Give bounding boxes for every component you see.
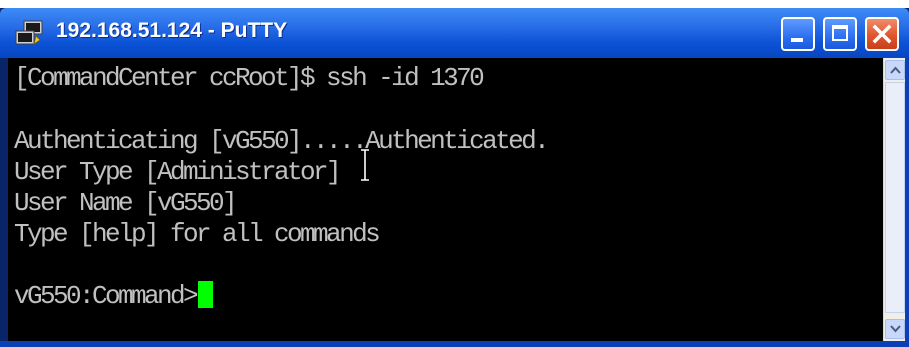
window-title: 192.168.51.124 - PuTTY xyxy=(56,19,288,42)
vertical-scrollbar[interactable] xyxy=(883,58,906,341)
minimize-icon xyxy=(791,38,803,42)
maximize-icon xyxy=(832,25,848,41)
chevron-down-icon xyxy=(890,325,901,333)
putty-icon[interactable] xyxy=(14,20,44,46)
minimize-button[interactable] xyxy=(781,17,815,51)
terminal-screen[interactable]: [CommandCenter ccRoot]$ ssh -id 1370 Aut… xyxy=(8,58,883,341)
terminal-line: [CommandCenter ccRoot]$ ssh -id 1370 xyxy=(14,63,485,93)
title-bar[interactable]: 192.168.51.124 - PuTTY xyxy=(0,8,909,58)
ibeam-cursor-icon xyxy=(361,149,369,181)
window-frame-right xyxy=(905,58,909,347)
chevron-up-icon xyxy=(890,66,901,74)
maximize-button[interactable] xyxy=(823,17,857,51)
terminal-line: Authenticating [vG550].....Authenticated… xyxy=(14,126,550,156)
command-prompt: vG550:Command> xyxy=(14,281,199,311)
window-frame-bottom xyxy=(0,341,909,347)
scroll-thumb[interactable] xyxy=(885,82,905,313)
scroll-down-button[interactable] xyxy=(885,319,905,339)
text-cursor xyxy=(198,281,214,308)
scroll-up-button[interactable] xyxy=(885,60,905,80)
putty-window: 192.168.51.124 - PuTTY [CommandCenter cc… xyxy=(0,8,909,347)
terminal-line: User Type [Administrator] xyxy=(14,157,342,187)
close-button[interactable] xyxy=(865,17,899,51)
terminal-line: Type [help] for all commands xyxy=(14,219,381,249)
terminal-line: User Name [vG550] xyxy=(14,188,238,218)
prompt-line[interactable]: vG550:Command> xyxy=(14,281,214,312)
close-icon xyxy=(872,24,892,44)
